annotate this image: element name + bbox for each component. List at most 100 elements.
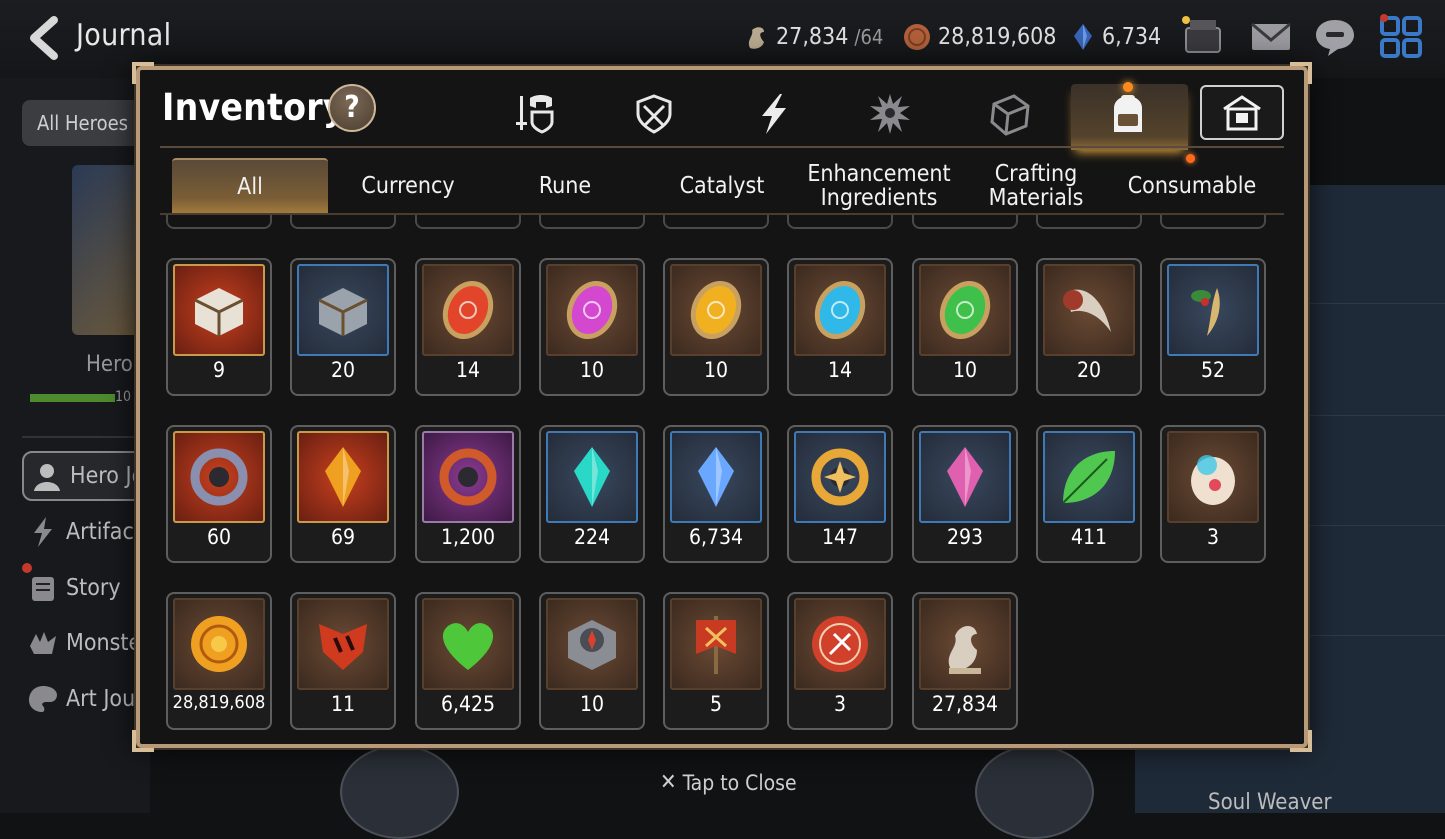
equipment-icon[interactable] xyxy=(514,92,558,136)
filter-all-heroes[interactable]: All Heroes xyxy=(22,100,142,146)
inventory-item[interactable]: 5 xyxy=(663,592,769,730)
tab-currency[interactable]: Currency xyxy=(330,158,486,214)
catalyst-splat-icon[interactable] xyxy=(868,92,912,136)
item-quantity: 10 xyxy=(579,358,605,382)
category-tab-storage[interactable] xyxy=(1200,85,1284,140)
storage-house-icon xyxy=(1223,95,1261,131)
inventory-item[interactable]: 27,834 xyxy=(912,592,1018,730)
inventory-item[interactable]: 3 xyxy=(1160,425,1266,563)
tab-crafting-materials[interactable]: Crafting Materials xyxy=(958,158,1114,214)
inventory-item[interactable]: 6,425 xyxy=(415,592,521,730)
item-slot-partial[interactable] xyxy=(539,215,645,229)
inventory-item[interactable]: 14 xyxy=(787,258,893,396)
side-item-story[interactable]: Story xyxy=(26,563,150,613)
item-grid[interactable]: 9 20 14 10 10 14 10 20 52 60 69 1,200 224 6,734 147 293… xyxy=(160,215,1284,735)
herb-root-icon xyxy=(1191,288,1220,336)
item-slot-partial[interactable] xyxy=(415,215,521,229)
cube-icon[interactable] xyxy=(988,92,1032,136)
menu-grid-icon[interactable] xyxy=(1378,14,1424,60)
item-art xyxy=(297,431,389,523)
item-quantity: 224 xyxy=(573,525,611,549)
green-leaf-icon xyxy=(1062,451,1115,504)
side-item-label: Artifact xyxy=(66,519,142,545)
item-quantity: 27,834 xyxy=(931,692,999,716)
inventory-item[interactable]: 147 xyxy=(787,425,893,563)
item-quantity: 411 xyxy=(1070,525,1108,549)
crystal-counter[interactable]: 6,734 xyxy=(1070,22,1161,52)
inventory-item[interactable]: 10 xyxy=(539,258,645,396)
inventory-item[interactable]: 14 xyxy=(415,258,521,396)
inventory-item[interactable]: 9 xyxy=(166,258,272,396)
inventory-item[interactable]: 3 xyxy=(787,592,893,730)
item-art xyxy=(794,598,886,690)
shop-icon[interactable] xyxy=(1180,14,1226,60)
side-item-hero-journal[interactable]: Hero Journal xyxy=(22,451,146,501)
inventory-item[interactable]: 10 xyxy=(663,258,769,396)
item-art xyxy=(546,264,638,356)
chat-icon[interactable] xyxy=(1312,14,1358,60)
item-quantity: 28,819,608 xyxy=(172,692,266,713)
inventory-item[interactable]: 1,200 xyxy=(415,425,521,563)
inventory-item[interactable]: 60 xyxy=(166,425,272,563)
item-slot-partial[interactable] xyxy=(166,215,272,229)
inventory-item[interactable]: 411 xyxy=(1036,425,1142,563)
tab-all[interactable]: All xyxy=(172,158,328,214)
inventory-item[interactable]: 10 xyxy=(912,258,1018,396)
inventory-item[interactable]: 10 xyxy=(539,592,645,730)
inventory-item[interactable]: 69 xyxy=(290,425,396,563)
hero-portrait[interactable] xyxy=(340,745,459,839)
item-art xyxy=(919,431,1011,523)
item-slot-partial[interactable] xyxy=(1160,215,1266,229)
tap-to-close[interactable]: ✕ Tap to Close xyxy=(660,770,797,795)
dark-ring-icon xyxy=(439,448,497,506)
item-slot-partial[interactable] xyxy=(1036,215,1142,229)
side-item-art-journal[interactable]: Art Journal xyxy=(26,674,150,724)
shield-icon[interactable] xyxy=(632,92,676,136)
class-label: Soul Weaver xyxy=(1208,790,1332,815)
item-art xyxy=(422,264,514,356)
inventory-item[interactable]: 293 xyxy=(912,425,1018,563)
backpack-icon[interactable] xyxy=(1106,92,1150,136)
side-item-artifact[interactable]: Artifact xyxy=(26,507,150,557)
hero-portrait[interactable] xyxy=(975,745,1094,839)
notification-dot xyxy=(1186,154,1195,163)
inventory-item[interactable]: 6,734 xyxy=(663,425,769,563)
notification-dot xyxy=(1123,82,1133,92)
inventory-item[interactable]: 20 xyxy=(1036,258,1142,396)
item-art xyxy=(546,431,638,523)
inventory-item[interactable]: 20 xyxy=(290,258,396,396)
chevron-left-icon[interactable] xyxy=(22,14,66,62)
war-banner-icon xyxy=(696,616,736,674)
item-quantity: 1,200 xyxy=(440,525,496,549)
item-quantity: 10 xyxy=(579,692,605,716)
skystone-counter[interactable]: 27,834/64 xyxy=(744,22,883,52)
item-art xyxy=(297,264,389,356)
item-slot-partial[interactable] xyxy=(912,215,1018,229)
item-quantity: 14 xyxy=(827,358,853,382)
inventory-item[interactable]: 224 xyxy=(539,425,645,563)
item-art xyxy=(422,598,514,690)
tab-enhancement-ingredients[interactable]: Enhancement Ingredients xyxy=(801,158,957,214)
item-art xyxy=(919,264,1011,356)
inventory-item[interactable]: 28,819,608 xyxy=(166,592,272,730)
gold-counter[interactable]: 28,819,608 xyxy=(902,22,1056,52)
help-button[interactable]: ? xyxy=(328,84,376,132)
inventory-item[interactable]: 52 xyxy=(1160,258,1266,396)
tab-catalyst[interactable]: Catalyst xyxy=(644,158,800,214)
item-slot-partial[interactable] xyxy=(787,215,893,229)
tab-consumable[interactable]: Consumable xyxy=(1114,158,1270,214)
item-quantity: 52 xyxy=(1200,358,1226,382)
blue-rune-icon xyxy=(814,280,866,340)
side-item-monster[interactable]: Monster xyxy=(26,618,150,668)
claw-icon xyxy=(1063,289,1111,332)
hero-progress-text: 10 xyxy=(115,389,132,405)
item-slot-partial[interactable] xyxy=(290,215,396,229)
lightning-icon[interactable] xyxy=(752,92,796,136)
item-quantity: 293 xyxy=(946,525,984,549)
inventory-item[interactable]: 11 xyxy=(290,592,396,730)
tab-rune[interactable]: Rune xyxy=(487,158,643,214)
item-slot-partial[interactable] xyxy=(663,215,769,229)
mail-icon[interactable] xyxy=(1248,14,1294,60)
blue-gem-icon xyxy=(698,447,734,507)
green-rune-icon xyxy=(939,280,991,340)
